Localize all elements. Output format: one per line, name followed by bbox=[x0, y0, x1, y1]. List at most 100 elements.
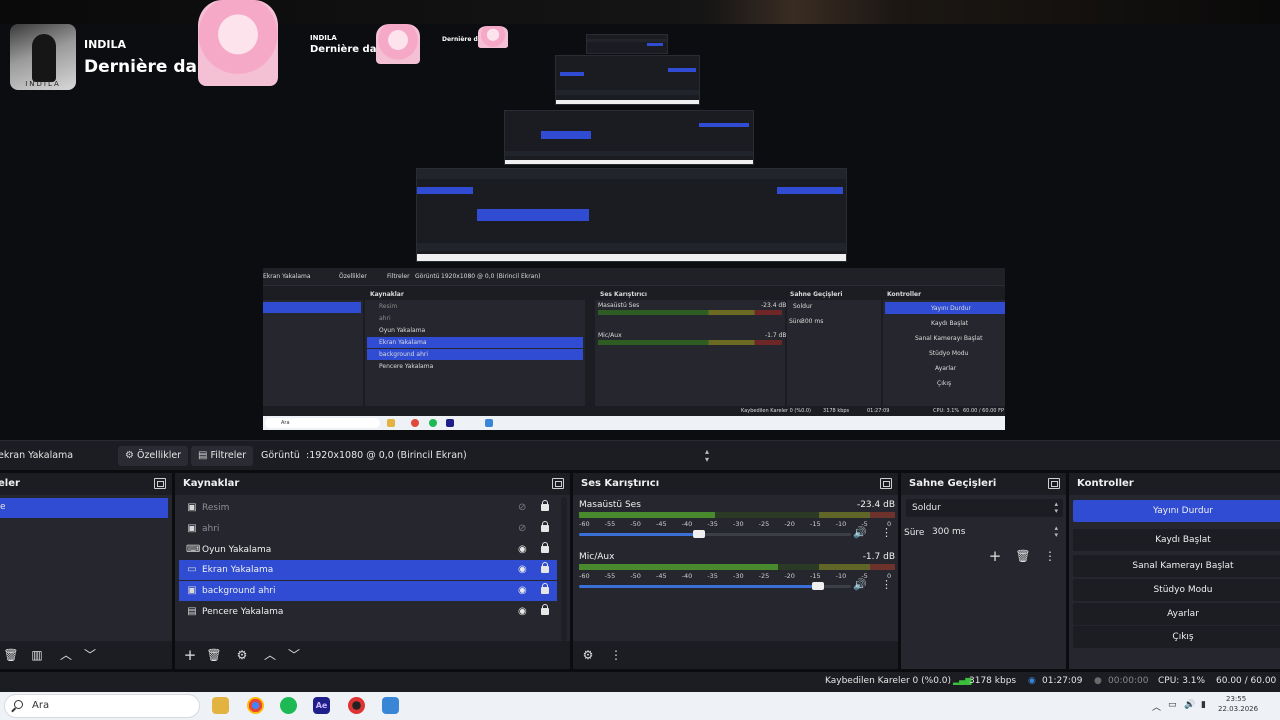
duration-spinbox[interactable]: 300 ms ▴ ▾ bbox=[927, 523, 1063, 541]
volume-icon[interactable]: 🔊 bbox=[1184, 700, 1195, 710]
add-icon[interactable]: + bbox=[181, 646, 199, 664]
start-recording-button[interactable]: Kaydı Başlat bbox=[1073, 529, 1280, 551]
mini-source-item: background ahri bbox=[379, 351, 429, 358]
source-item[interactable]: ▣ Resim ⊘ bbox=[179, 498, 557, 518]
mini-status-fps: 60.00 / 60.00 FP bbox=[963, 408, 1004, 414]
lock-icon[interactable] bbox=[541, 562, 549, 574]
mini-control-label: Ayarlar bbox=[935, 365, 957, 372]
slider-handle[interactable] bbox=[812, 582, 825, 590]
eye-icon[interactable]: ◉ bbox=[518, 581, 527, 601]
chevron-up-icon[interactable]: ︿ bbox=[1152, 700, 1161, 713]
settings-button[interactable]: Ayarlar bbox=[1073, 603, 1280, 625]
file-explorer-icon[interactable] bbox=[212, 697, 229, 714]
display-select[interactable]: :1920x1080 @ 0,0 (Birincil Ekran) ▴ ▾ bbox=[300, 446, 715, 466]
studio-mode-button[interactable]: Stüdyo Modu bbox=[1073, 579, 1280, 601]
gear-icon[interactable]: ⚙ bbox=[233, 646, 251, 664]
volume-icon[interactable]: 🔊 bbox=[853, 578, 867, 591]
after-effects-icon[interactable]: Ae bbox=[313, 697, 330, 714]
eye-icon[interactable]: ◉ bbox=[518, 602, 527, 622]
start-virtual-camera-button[interactable]: Sanal Kamerayı Başlat bbox=[1073, 555, 1280, 577]
lock-icon[interactable] bbox=[541, 500, 549, 511]
scenes-dock: eler e 🗑 ▥ ︿ ﹀ bbox=[0, 473, 172, 669]
lock-icon[interactable] bbox=[541, 520, 549, 532]
lock-icon[interactable] bbox=[541, 583, 549, 595]
source-item[interactable]: ▤ Pencere Yakalama ◉ bbox=[179, 602, 557, 622]
volume-slider[interactable] bbox=[579, 530, 851, 538]
duration-value: 300 ms bbox=[932, 527, 966, 537]
clock-time[interactable]: 23:55 bbox=[1226, 695, 1246, 703]
channel-name: Masaüstü Ses bbox=[579, 500, 641, 510]
source-item[interactable]: ▭ Ekran Yakalama ◉ bbox=[179, 560, 557, 581]
stop-streaming-label: Yayını Durdur bbox=[1153, 506, 1213, 516]
eye-icon[interactable]: ◉ bbox=[518, 540, 527, 560]
source-item[interactable]: ▣ background ahri ◉ bbox=[179, 581, 557, 602]
obs-icon[interactable] bbox=[348, 697, 365, 714]
mini-status-cpu: CPU: 3.1% bbox=[933, 408, 960, 414]
source-item[interactable]: ▣ ahri ⊘ bbox=[179, 519, 557, 539]
network-icon[interactable]: ▭ bbox=[1168, 700, 1177, 710]
echo-song: Dernière d bbox=[442, 36, 478, 43]
spotify-icon[interactable] bbox=[280, 697, 297, 714]
taskbar-search[interactable]: Ara bbox=[4, 694, 200, 718]
slider-handle[interactable] bbox=[692, 530, 705, 538]
add-icon[interactable]: + bbox=[986, 547, 1004, 565]
chevron-up-icon[interactable]: ︿ bbox=[57, 646, 75, 664]
sources-scrollbar[interactable] bbox=[561, 497, 567, 641]
preview-echo-1: INDILA Dernière da bbox=[298, 24, 438, 64]
source-item-label: Oyun Yakalama bbox=[202, 544, 272, 555]
channel-name: Mic/Aux bbox=[579, 552, 615, 562]
trash-icon[interactable]: 🗑 bbox=[1014, 547, 1032, 565]
preview-canvas[interactable]: INDILA INDILA Dernière da INDILA Dernièr… bbox=[0, 0, 1280, 440]
chevron-down-icon[interactable]: ﹀ bbox=[285, 646, 303, 664]
stop-streaming-button[interactable]: Yayını Durdur bbox=[1073, 500, 1280, 522]
meter-tick-label: -40 bbox=[681, 572, 693, 580]
display-label: Görüntü bbox=[261, 450, 300, 461]
more-options-icon[interactable]: ⋮ bbox=[881, 526, 892, 539]
eye-hidden-icon[interactable]: ⊘ bbox=[518, 498, 526, 518]
selected-source-name: ekran Yakalama bbox=[0, 450, 74, 461]
volume-icon[interactable]: 🔊 bbox=[853, 526, 867, 539]
mini-transitions-title: Sahne Geçişleri bbox=[790, 291, 843, 298]
scene-filter-icon[interactable]: ▥ bbox=[28, 646, 46, 664]
meter-level bbox=[579, 512, 715, 518]
mini-filters-label: Filtreler bbox=[387, 273, 410, 280]
clock-date[interactable]: 22.03.2026 bbox=[1218, 705, 1258, 713]
chevron-down-icon[interactable]: ﹀ bbox=[81, 646, 99, 664]
mini-status-kbps: 3178 kbps bbox=[823, 408, 850, 414]
gear-icon[interactable]: ⚙ bbox=[579, 646, 597, 664]
filter-icon: ▤ bbox=[198, 450, 208, 461]
channel-db: -1.7 dB bbox=[862, 552, 895, 562]
undock-icon[interactable] bbox=[154, 478, 166, 489]
mini-control-label: Yayını Durdur bbox=[931, 305, 971, 312]
trash-icon[interactable]: 🗑 bbox=[205, 646, 223, 664]
more-options-icon[interactable]: ⋮ bbox=[607, 646, 625, 664]
stream-overlay-strip bbox=[0, 0, 1280, 24]
source-item[interactable]: ⌨ Oyun Yakalama ◉ bbox=[179, 540, 557, 560]
volume-slider[interactable] bbox=[579, 582, 851, 590]
battery-icon[interactable]: ▮ bbox=[1201, 700, 1206, 710]
lock-icon[interactable] bbox=[541, 604, 549, 615]
trash-icon[interactable]: 🗑 bbox=[2, 646, 20, 664]
lock-icon[interactable] bbox=[541, 541, 549, 553]
app-icon[interactable] bbox=[382, 697, 399, 714]
filters-button[interactable]: ▤ Filtreler bbox=[191, 446, 254, 466]
exit-button[interactable]: Çıkış bbox=[1073, 626, 1280, 648]
undock-icon[interactable] bbox=[552, 478, 564, 489]
chevron-updown-icon: ▴ ▾ bbox=[704, 447, 709, 464]
eye-hidden-icon[interactable]: ⊘ bbox=[518, 519, 526, 539]
eye-icon[interactable]: ◉ bbox=[518, 560, 527, 580]
properties-button[interactable]: ⚙ Özellikler bbox=[118, 446, 189, 466]
undock-icon[interactable] bbox=[1048, 478, 1060, 489]
undock-icon[interactable] bbox=[880, 478, 892, 489]
more-options-icon[interactable]: ⋮ bbox=[1041, 547, 1059, 565]
chrome-icon[interactable] bbox=[247, 697, 264, 714]
more-options-icon[interactable]: ⋮ bbox=[881, 578, 892, 591]
meter-tick-label: -45 bbox=[656, 572, 667, 580]
preview-nested-obs: Ekran Yakalama Özellikler Filtreler Görü… bbox=[263, 268, 1005, 430]
sources-title: Kaynaklar bbox=[183, 478, 240, 489]
meter-tick-label: -25 bbox=[758, 520, 770, 528]
scene-item-selected[interactable]: e bbox=[0, 498, 168, 518]
chevron-up-icon[interactable]: ︿ bbox=[261, 646, 279, 664]
transition-select[interactable]: Soldur ▴ ▾ bbox=[906, 499, 1063, 517]
mixer-channel: Mic/Aux -1.7 dB -60 -55 -50 -45 -40 -35 -30 -25 -2… bbox=[579, 552, 895, 600]
